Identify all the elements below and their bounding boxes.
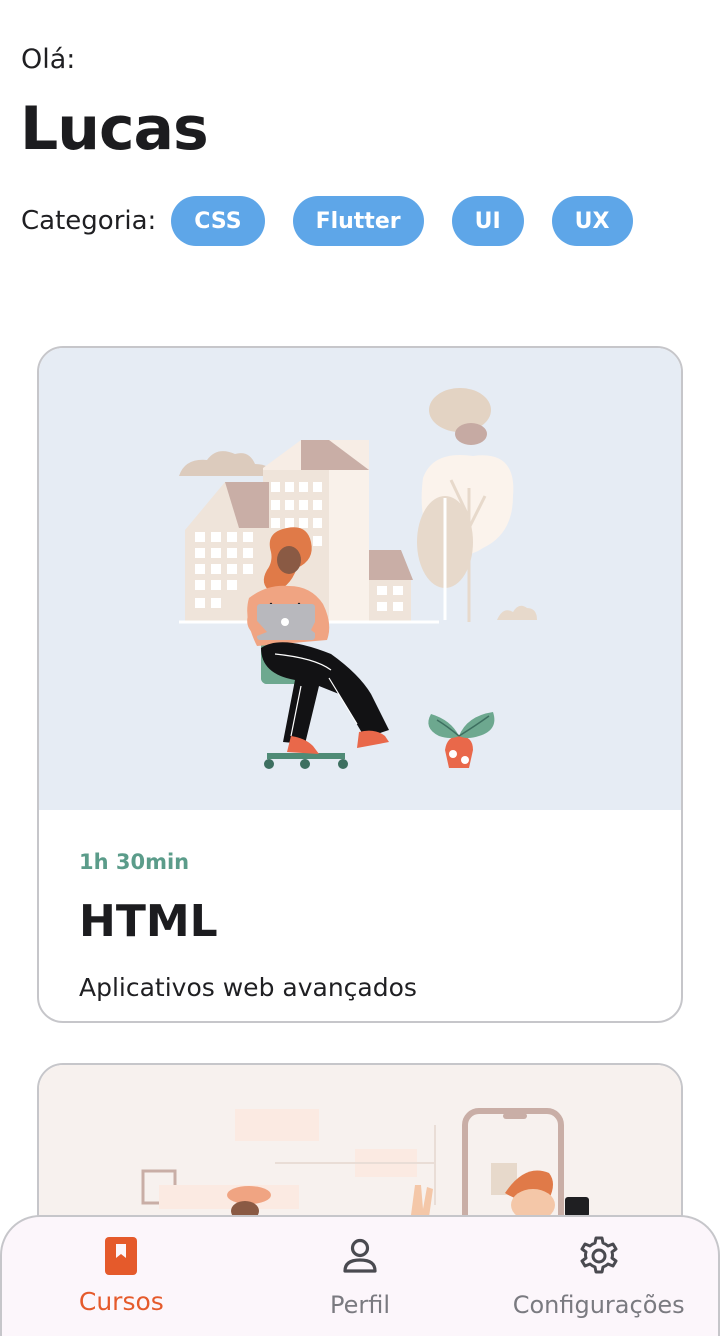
nav-cursos[interactable]: Cursos — [2, 1217, 241, 1336]
person-icon — [340, 1235, 380, 1277]
nav-label-configuracoes: Configurações — [512, 1291, 685, 1319]
category-row: Categoria: CSS Flutter UI UX — [21, 196, 661, 246]
course-info: 1h 30min HTML Aplicativos web avançados — [39, 810, 681, 1002]
category-label: Categoria: — [21, 206, 157, 236]
course-title: HTML — [79, 896, 218, 947]
course-card-html[interactable]: 1h 30min HTML Aplicativos web avançados — [37, 346, 683, 1023]
chip-ui[interactable]: UI — [451, 196, 524, 246]
nav-configuracoes[interactable]: Configurações — [479, 1217, 718, 1336]
user-name: Lucas — [20, 94, 209, 164]
course-subtitle: Aplicativos web avançados — [79, 973, 417, 1002]
nav-label-cursos: Cursos — [78, 1287, 164, 1316]
nav-label-perfil: Perfil — [329, 1291, 391, 1319]
chip-flutter[interactable]: Flutter — [292, 196, 424, 246]
course-duration: 1h 30min — [79, 850, 190, 874]
chip-ux[interactable]: UX — [551, 196, 633, 246]
greeting-label: Olá: — [21, 44, 76, 75]
chip-css[interactable]: CSS — [171, 196, 265, 246]
course-illustration — [39, 348, 681, 810]
gear-icon — [579, 1235, 619, 1277]
nav-perfil[interactable]: Perfil — [241, 1217, 480, 1336]
bookmark-book-icon — [101, 1235, 141, 1277]
bottom-navigation: Cursos Perfil Configurações — [0, 1215, 720, 1336]
